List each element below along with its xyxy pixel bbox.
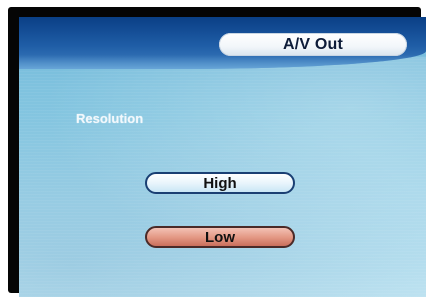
option-high-label: High: [203, 174, 237, 192]
option-high-button[interactable]: High: [145, 172, 295, 194]
option-low-button[interactable]: Low: [145, 226, 295, 248]
device-frame: A/V Out Resolution High Low: [8, 7, 426, 297]
resolution-label: Resolution: [76, 111, 144, 126]
title-pill: A/V Out: [219, 33, 407, 56]
page-title: A/V Out: [282, 35, 344, 53]
option-low-label: Low: [205, 228, 235, 246]
screen: A/V Out Resolution High Low: [19, 17, 426, 297]
